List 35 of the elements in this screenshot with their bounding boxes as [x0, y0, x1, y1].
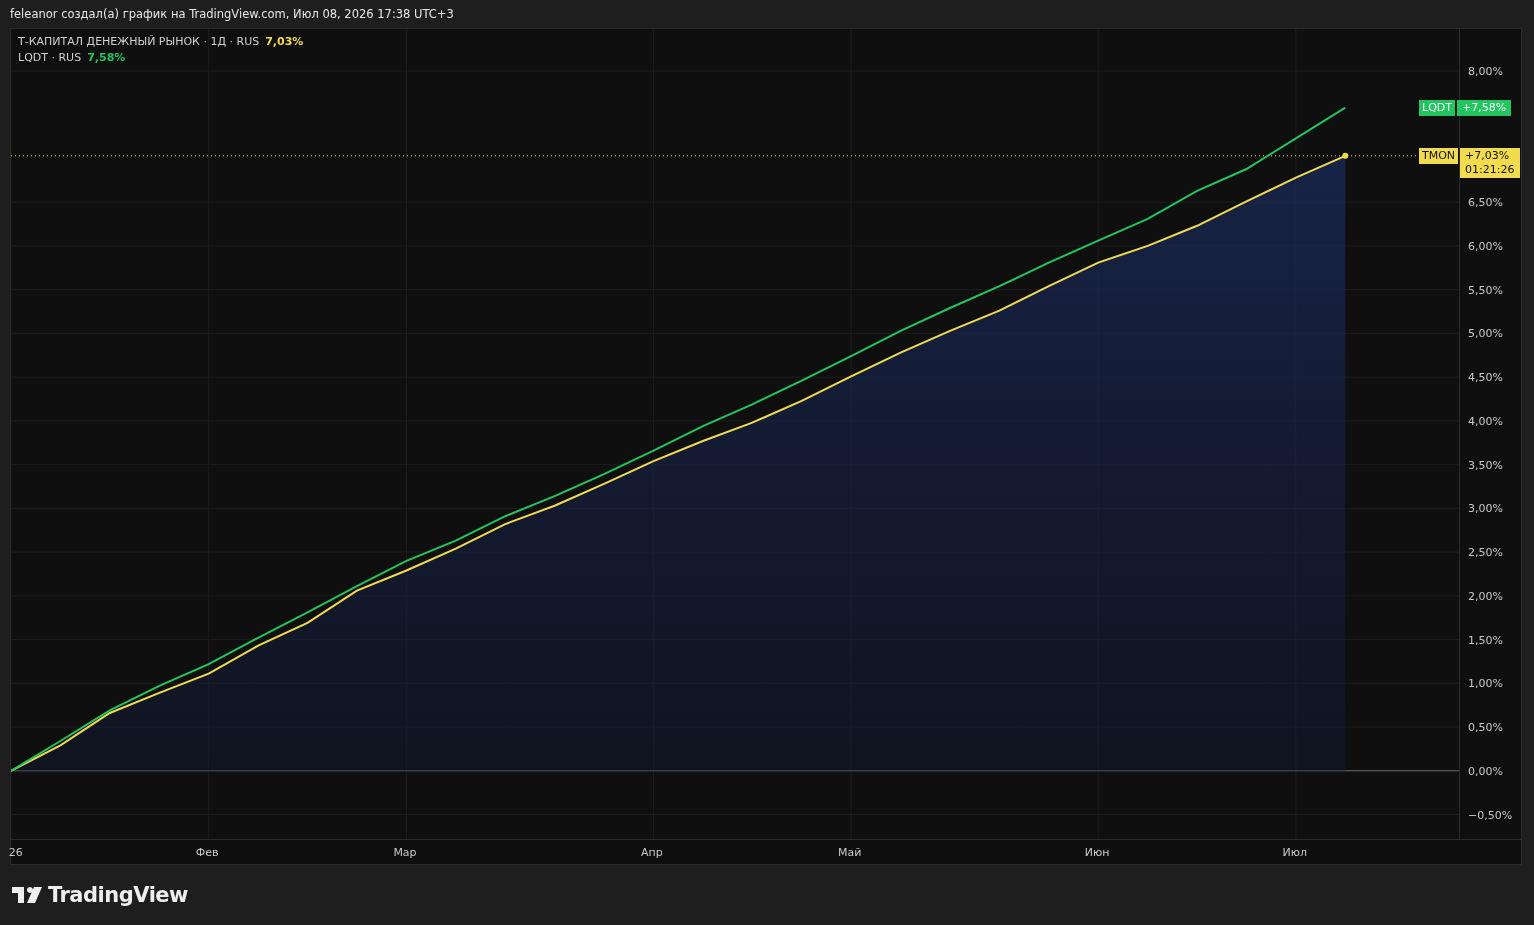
axis-label: 26 — [8, 846, 23, 859]
axis-label: 4,00% — [1468, 414, 1503, 428]
ticker-badge: TMON — [1419, 147, 1459, 164]
axis-label: 1,00% — [1468, 676, 1503, 690]
chart-caption: feleanor создал(а) график на TradingView.com, Июл 08, 2026 17:38 UTC+3 — [9, 6, 455, 23]
axis-label: Май — [838, 846, 862, 859]
axis-label: 5,50% — [1468, 283, 1503, 297]
axis-label: 2,00% — [1468, 589, 1503, 603]
axis-label: 3,00% — [1468, 501, 1503, 515]
axis-label: 0,50% — [1468, 720, 1503, 734]
logo-text: TradingView — [48, 883, 188, 907]
legend-label: Т-КАПИТАЛ ДЕНЕЖНЫЙ РЫНОК · 1Д · RUS — [18, 35, 260, 48]
ticker-badge: LQDT — [1419, 99, 1455, 116]
axis-label: Мар — [393, 846, 417, 859]
axis-label: 2,50% — [1468, 545, 1503, 559]
axis-label: −0,50% — [1468, 808, 1513, 821]
axis-label: 3,50% — [1468, 458, 1503, 472]
axis-label: 4,50% — [1468, 370, 1503, 384]
axis-label: 8,00% — [1468, 64, 1503, 78]
price-badge: +7,03% 01:21:26 — [1460, 147, 1520, 178]
last-point-dot — [1342, 152, 1349, 159]
axis-label: 6,50% — [1468, 195, 1503, 209]
legend-value: 7,03% — [265, 35, 304, 48]
axis-label: Фев — [195, 846, 219, 859]
axis-label: Июн — [1084, 846, 1110, 859]
logo-icon — [12, 887, 42, 903]
axis-label: Апр — [640, 846, 663, 859]
axis-label: 1,50% — [1468, 633, 1503, 647]
legend-label: LQDT · RUS — [18, 51, 82, 64]
axis-label: 6,00% — [1468, 239, 1503, 253]
price-badge: +7,58% — [1457, 99, 1512, 116]
axis-label: 0,00% — [1468, 764, 1503, 778]
axis-label: Июл — [1282, 846, 1308, 859]
legend-value: 7,58% — [87, 51, 126, 64]
axis-label: 5,00% — [1468, 326, 1503, 340]
